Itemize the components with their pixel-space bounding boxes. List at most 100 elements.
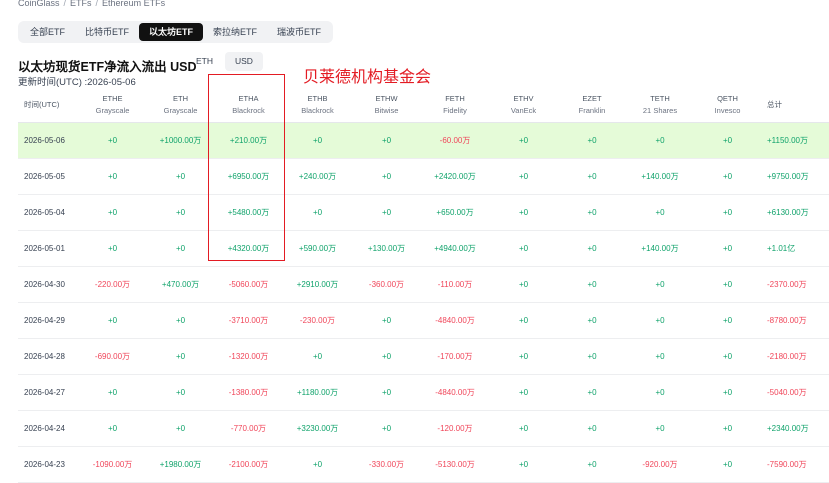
column-header-teth[interactable]: TETH 21 Shares	[626, 88, 694, 123]
page-title: 以太坊现货ETF净流入流出 USD	[18, 60, 197, 74]
row-total: -5040.00万	[761, 374, 829, 411]
column-header-ezet[interactable]: EZET Franklin	[558, 88, 626, 123]
column-header-total[interactable]: 总计	[761, 88, 829, 123]
flow-cell-ezet: +0	[558, 410, 626, 447]
flow-cell-etha: +5480.00万	[214, 194, 283, 231]
flow-cell-qeth: +0	[694, 410, 761, 447]
flow-cell-ethv: +0	[489, 446, 558, 483]
tab-all-etf[interactable]: 全部ETF	[20, 23, 75, 41]
flow-cell-teth: +140.00万	[626, 158, 694, 195]
flow-cell-ethe: -1090.00万	[78, 446, 147, 483]
currency-eth-button[interactable]: ETH	[186, 52, 223, 71]
flow-cell-ethv: +0	[489, 302, 558, 339]
flow-cell-ethv: +0	[489, 230, 558, 267]
currency-usd-button[interactable]: USD	[225, 52, 263, 71]
column-header-ethe[interactable]: ETHE Grayscale	[78, 88, 147, 123]
column-header-eth[interactable]: ETH Grayscale	[147, 88, 214, 123]
flow-cell-ethe: -690.00万	[78, 338, 147, 375]
flow-cell-ethe: +0	[78, 194, 147, 231]
flow-cell-ethe: +0	[78, 302, 147, 339]
flow-cell-etha: -1320.00万	[214, 338, 283, 375]
flow-cell-ethw: -330.00万	[352, 446, 421, 483]
flow-cell-teth: -920.00万	[626, 446, 694, 483]
column-header-ethv[interactable]: ETHV VanEck	[489, 88, 558, 123]
flow-cell-ethw: +130.00万	[352, 230, 421, 267]
tab-bitcoin-etf[interactable]: 比特币ETF	[75, 23, 139, 41]
breadcrumb-current: Ethereum ETFs	[102, 0, 166, 8]
table-row: 2026-05-04 +0 +0 +5480.00万 +0 +0 +650.00万 +0 +0 +…	[18, 194, 829, 231]
flow-cell-ethw: +0	[352, 122, 421, 159]
flow-cell-ezet: +0	[558, 122, 626, 159]
column-ticker: ETHB	[307, 94, 328, 103]
breadcrumb-link-etfs[interactable]: ETFs	[70, 0, 92, 8]
etf-flow-table: 时间(UTC) ETHE Grayscale ETH Grayscale ETHA Bla…	[18, 88, 829, 483]
flow-cell-eth: +1000.00万	[147, 122, 214, 159]
column-header-qeth[interactable]: QETH Invesco	[694, 88, 761, 123]
flow-cell-feth: -4840.00万	[421, 374, 489, 411]
row-total: +1150.00万	[761, 122, 829, 159]
flow-cell-feth: -170.00万	[421, 338, 489, 375]
flow-cell-ethe: +0	[78, 230, 147, 267]
flow-cell-etha: -1380.00万	[214, 374, 283, 411]
column-header-ethb[interactable]: ETHB Blackrock	[283, 88, 352, 123]
flow-cell-ethe: +0	[78, 374, 147, 411]
column-ticker: EZET	[582, 94, 602, 103]
tab-ethereum-etf[interactable]: 以太坊ETF	[139, 23, 203, 41]
flow-cell-eth: +0	[147, 374, 214, 411]
tab-solana-etf[interactable]: 索拉纳ETF	[203, 23, 267, 41]
table-row: 2026-04-27 +0 +0 -1380.00万 +1180.00万 +0 -4840.…	[18, 374, 829, 411]
breadcrumb-link-coinglass[interactable]: CoinGlass	[18, 0, 60, 8]
flow-cell-ethw: +0	[352, 194, 421, 231]
table-row: 2026-04-30 -220.00万 +470.00万 -5060.00万 +2910…	[18, 266, 829, 303]
column-header-date[interactable]: 时间(UTC)	[18, 88, 78, 123]
flow-cell-teth: +0	[626, 194, 694, 231]
flow-cell-ethb: +0	[283, 122, 352, 159]
flow-cell-qeth: +0	[694, 194, 761, 231]
column-ticker: TETH	[650, 94, 670, 103]
flow-cell-qeth: +0	[694, 446, 761, 483]
table-row: 2026-05-01 +0 +0 +4320.00万 +590.00万 +130.00万 +…	[18, 230, 829, 267]
flow-cell-ethv: +0	[489, 410, 558, 447]
column-ticker: ETH	[173, 94, 188, 103]
flow-cell-eth: +0	[147, 230, 214, 267]
table-row: 2026-05-05 +0 +0 +6950.00万 +240.00万 +0 +2420.0…	[18, 158, 829, 195]
flow-cell-ethb: +3230.00万	[283, 410, 352, 447]
column-ticker: ETHA	[238, 94, 259, 103]
flow-cell-ethe: +0	[78, 158, 147, 195]
flow-cell-ethv: +0	[489, 158, 558, 195]
column-header-feth[interactable]: FETH Fidelity	[421, 88, 489, 123]
flow-cell-etha: +210.00万	[214, 122, 283, 159]
table-row: 2026-04-24 +0 +0 -770.00万 +3230.00万 +0 -120.00…	[18, 410, 829, 447]
flow-cell-etha: -5060.00万	[214, 266, 283, 303]
flow-cell-ethv: +0	[489, 338, 558, 375]
column-issuer: Invesco	[714, 106, 741, 115]
flow-cell-qeth: +0	[694, 122, 761, 159]
row-total: -2370.00万	[761, 266, 829, 303]
flow-cell-teth: +140.00万	[626, 230, 694, 267]
flow-cell-ethb: +0	[283, 194, 352, 231]
table-row: 2026-04-23 -1090.00万 +1980.00万 -2100.00万 +0-…	[18, 446, 829, 483]
flow-cell-teth: +0	[626, 302, 694, 339]
row-date: 2026-04-27	[18, 374, 78, 411]
breadcrumb: CoinGlass / ETFs / Ethereum ETFs	[18, 0, 165, 8]
row-total: +1.01亿	[761, 230, 829, 267]
flow-cell-ezet: +0	[558, 338, 626, 375]
column-ticker: FETH	[445, 94, 465, 103]
flow-cell-etha: +6950.00万	[214, 158, 283, 195]
flow-cell-qeth: +0	[694, 266, 761, 303]
row-total: +9750.00万	[761, 158, 829, 195]
column-ticker: ETHE	[102, 94, 123, 103]
flow-cell-teth: +0	[626, 374, 694, 411]
row-date: 2026-04-28	[18, 338, 78, 375]
flow-cell-ethe: +0	[78, 122, 147, 159]
column-issuer: Blackrock	[232, 106, 265, 115]
flow-cell-ezet: +0	[558, 194, 626, 231]
flow-cell-ezet: +0	[558, 374, 626, 411]
flow-cell-ezet: +0	[558, 158, 626, 195]
row-date: 2026-05-01	[18, 230, 78, 267]
flow-cell-feth: -110.00万	[421, 266, 489, 303]
row-date: 2026-04-24	[18, 410, 78, 447]
tab-xrp-etf[interactable]: 瑞波币ETF	[267, 23, 331, 41]
column-header-ethw[interactable]: ETHW Bitwise	[352, 88, 421, 123]
column-header-etha[interactable]: ETHA Blackrock	[214, 88, 283, 123]
